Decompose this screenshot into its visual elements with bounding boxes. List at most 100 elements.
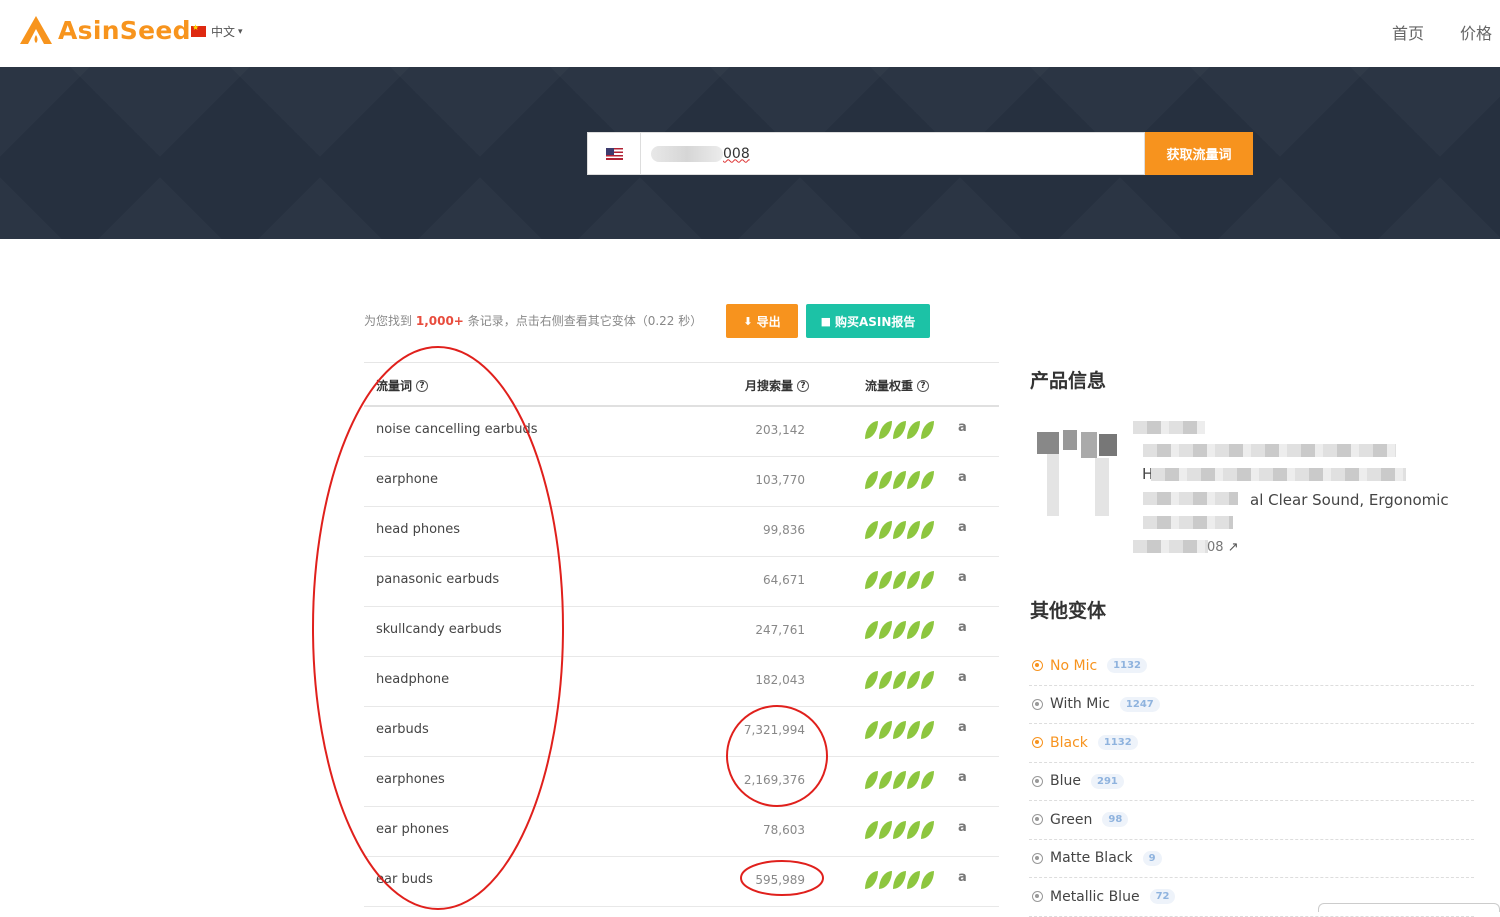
nav-home[interactable]: 首页 [1392,20,1424,44]
header-keyword: 流量词 ? [376,377,429,394]
help-icon[interactable]: ? [917,379,930,392]
leaf-icon [907,721,920,739]
variant-item[interactable]: Green 98 [1029,801,1474,840]
table-row: noise cancelling earbuds 203,142 a [364,407,999,457]
radio-icon [1032,698,1043,710]
traffic-weight [865,421,934,439]
keyword-text[interactable]: ear phones [376,822,449,837]
amazon-search-icon[interactable]: a [958,620,967,635]
export-label: 导出 [756,314,781,329]
product-asin[interactable]: 08 ↗ [1207,540,1239,555]
variant-item[interactable]: No Mic 1132 [1029,647,1474,686]
leaf-icon [879,571,892,589]
other-variants-title: 其他变体 [1030,600,1107,622]
help-icon[interactable]: ? [416,379,429,392]
get-keywords-button[interactable]: 获取流量词 [1145,132,1253,175]
marketplace-selector[interactable] [587,132,641,175]
leaf-icon [907,621,920,639]
leaf-icon [893,771,906,789]
header-volume[interactable]: 月搜索量 ? [745,377,810,394]
summary-prefix: 为您找到 [364,314,413,328]
leaf-icon [893,471,906,489]
traffic-weight [865,771,934,789]
header-weight[interactable]: 流量权重 ? [865,377,930,394]
keyword-text[interactable]: earphones [376,772,445,787]
variant-count-badge: 98 [1102,812,1129,828]
amazon-search-icon[interactable]: a [958,420,967,435]
help-icon[interactable]: ? [797,379,810,392]
report-label: 购买ASIN报告 [834,314,916,329]
variant-count-badge: 1132 [1097,735,1138,751]
keyword-text[interactable]: noise cancelling earbuds [376,422,538,437]
leaf-icon [907,821,920,839]
search-volume: 182,043 [755,673,805,687]
leaf-icon [921,771,934,789]
buy-asin-report-button[interactable]: ■ 购买ASIN报告 [806,304,930,338]
traffic-weight [865,671,934,689]
leaf-icon [907,571,920,589]
product-image[interactable] [1037,430,1119,516]
leaf-icon [879,621,892,639]
header-weight-label: 流量权重 [865,379,914,393]
leaf-icon [907,471,920,489]
redacted-asin [651,145,723,162]
nav-pricing[interactable]: 价格 [1460,20,1492,44]
variant-count-badge: 1247 [1119,696,1160,712]
keyword-text[interactable]: panasonic earbuds [376,572,499,587]
variant-label: No Mic [1050,657,1098,674]
table-body: noise cancelling earbuds 203,142 a earphone… [364,407,999,907]
table-row: ear buds 595,989 a [364,857,999,907]
table-row: skullcandy earbuds 247,761 a [364,607,999,657]
variant-item[interactable]: Blue 291 [1029,763,1474,801]
leaf-icon [907,871,920,889]
keyword-text[interactable]: skullcandy earbuds [376,622,502,637]
floating-widget[interactable] [1318,903,1500,912]
search-volume: 247,761 [755,623,805,637]
amazon-search-icon[interactable]: a [958,770,967,785]
amazon-search-icon[interactable]: a [958,670,967,685]
leaf-icon [893,871,906,889]
leaf-icon [865,721,878,739]
amazon-search-icon[interactable]: a [958,520,967,535]
keyword-text[interactable]: earphone [376,472,438,487]
keyword-text[interactable]: head phones [376,522,460,537]
asinseed-logo[interactable]: AsinSeed [18,14,191,46]
us-flag-icon [605,147,623,160]
leaf-icon [865,621,878,639]
amazon-search-icon[interactable]: a [958,820,967,835]
leaf-icon [865,871,878,889]
result-count: 1,000+ [415,314,464,328]
leaf-icon [921,621,934,639]
leaf-icon [893,421,906,439]
asin-search-input[interactable]: 008 [641,132,1145,175]
radio-icon [1032,814,1043,826]
amazon-search-icon[interactable]: a [958,720,967,735]
variant-item[interactable]: Black 1132 [1029,724,1474,763]
table-row: earphones 2,169,376 a [364,757,999,807]
variant-count-badge: 72 [1149,889,1176,905]
keyword-text[interactable]: ear buds [376,872,433,887]
leaf-icon [907,771,920,789]
table-row: earphone 103,770 a [364,457,999,507]
search-volume: 203,142 [755,423,805,437]
search-volume: 7,321,994 [743,723,805,737]
amazon-search-icon[interactable]: a [958,570,967,585]
leaf-icon [865,671,878,689]
leaf-icon [865,571,878,589]
product-title-visible: al Clear Sound, Ergonomic [1250,491,1449,509]
variant-item[interactable]: Matte Black 9 [1029,840,1474,878]
keyword-text[interactable]: earbuds [376,722,429,737]
language-selector[interactable]: 中文 ▾ [191,23,243,40]
traffic-weight [865,821,934,839]
brand-name: AsinSeed [58,15,191,45]
amazon-search-icon[interactable]: a [958,470,967,485]
leaf-icon [865,771,878,789]
external-link-icon[interactable]: ↗ [1228,540,1239,555]
radio-icon [1032,852,1043,864]
language-label: 中文 [211,25,236,39]
variant-count-badge: 9 [1142,850,1162,866]
amazon-search-icon[interactable]: a [958,870,967,885]
export-button[interactable]: ⬇ 导出 [726,304,798,338]
keyword-text[interactable]: headphone [376,672,449,687]
variant-item[interactable]: With Mic 1247 [1029,686,1474,724]
